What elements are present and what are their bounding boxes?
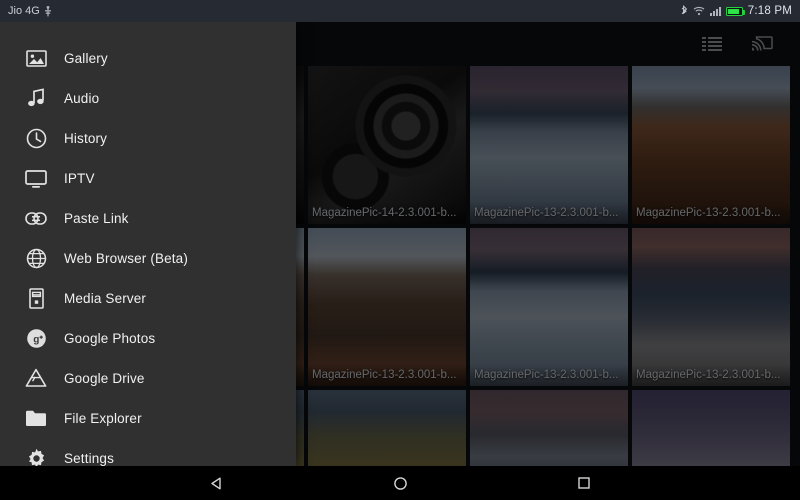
battery-icon bbox=[726, 7, 743, 16]
carrier-label: Jio 4G bbox=[8, 5, 40, 17]
svg-text:g: g bbox=[33, 334, 39, 345]
back-triangle-icon[interactable] bbox=[199, 466, 233, 500]
drawer-item-label: Media Server bbox=[64, 291, 146, 306]
globe-icon bbox=[18, 248, 54, 269]
link-icon bbox=[18, 212, 54, 225]
folder-icon bbox=[18, 409, 54, 427]
google-drive-icon bbox=[18, 368, 54, 388]
music-note-icon bbox=[18, 88, 54, 108]
gallery-icon bbox=[18, 49, 54, 68]
drawer-item-label: Audio bbox=[64, 91, 99, 106]
drawer-item-label: Google Photos bbox=[64, 331, 155, 346]
tv-monitor-icon bbox=[18, 169, 54, 188]
drawer-item-audio[interactable]: Audio bbox=[0, 78, 296, 118]
drawer-item-label: Web Browser (Beta) bbox=[64, 251, 188, 266]
drawer-item-settings[interactable]: Settings bbox=[0, 438, 296, 466]
drawer-item-iptv[interactable]: IPTV bbox=[0, 158, 296, 198]
navigation-drawer: Gallery Audio History IPTV Paste Link We… bbox=[0, 22, 296, 466]
drawer-item-media-server[interactable]: Media Server bbox=[0, 278, 296, 318]
drawer-item-label: Gallery bbox=[64, 51, 108, 66]
drawer-item-label: History bbox=[64, 131, 107, 146]
drawer-item-label: File Explorer bbox=[64, 411, 142, 426]
drawer-item-gallery[interactable]: Gallery bbox=[0, 38, 296, 78]
clock-label: 7:18 PM bbox=[748, 5, 792, 17]
drawer-item-google-drive[interactable]: Google Drive bbox=[0, 358, 296, 398]
recents-square-icon[interactable] bbox=[567, 466, 601, 500]
gear-icon bbox=[18, 448, 54, 467]
drawer-item-paste-link[interactable]: Paste Link bbox=[0, 198, 296, 238]
drawer-item-web-browser-beta[interactable]: Web Browser (Beta) bbox=[0, 238, 296, 278]
drawer-item-history[interactable]: History bbox=[0, 118, 296, 158]
clock-icon bbox=[18, 128, 54, 149]
drawer-item-label: IPTV bbox=[64, 171, 95, 186]
drawer-item-label: Paste Link bbox=[64, 211, 129, 226]
usb-icon bbox=[44, 6, 52, 17]
status-bar: Jio 4G bbox=[0, 0, 800, 22]
drawer-item-google-photos[interactable]: g Google Photos bbox=[0, 318, 296, 358]
google-photos-icon: g bbox=[18, 328, 54, 349]
bluetooth-icon bbox=[680, 5, 688, 17]
home-circle-icon[interactable] bbox=[383, 466, 417, 500]
drawer-item-label: Settings bbox=[64, 451, 114, 466]
android-navigation-bar bbox=[0, 466, 800, 500]
screen: MagazinePic-13-2.3.001-b...MagazinePic-1… bbox=[0, 0, 800, 500]
drawer-item-file-explorer[interactable]: File Explorer bbox=[0, 398, 296, 438]
drawer-item-label: Google Drive bbox=[64, 371, 145, 386]
server-tower-icon bbox=[18, 288, 54, 309]
wifi-icon bbox=[693, 6, 705, 16]
cellular-signal-icon bbox=[710, 7, 721, 16]
